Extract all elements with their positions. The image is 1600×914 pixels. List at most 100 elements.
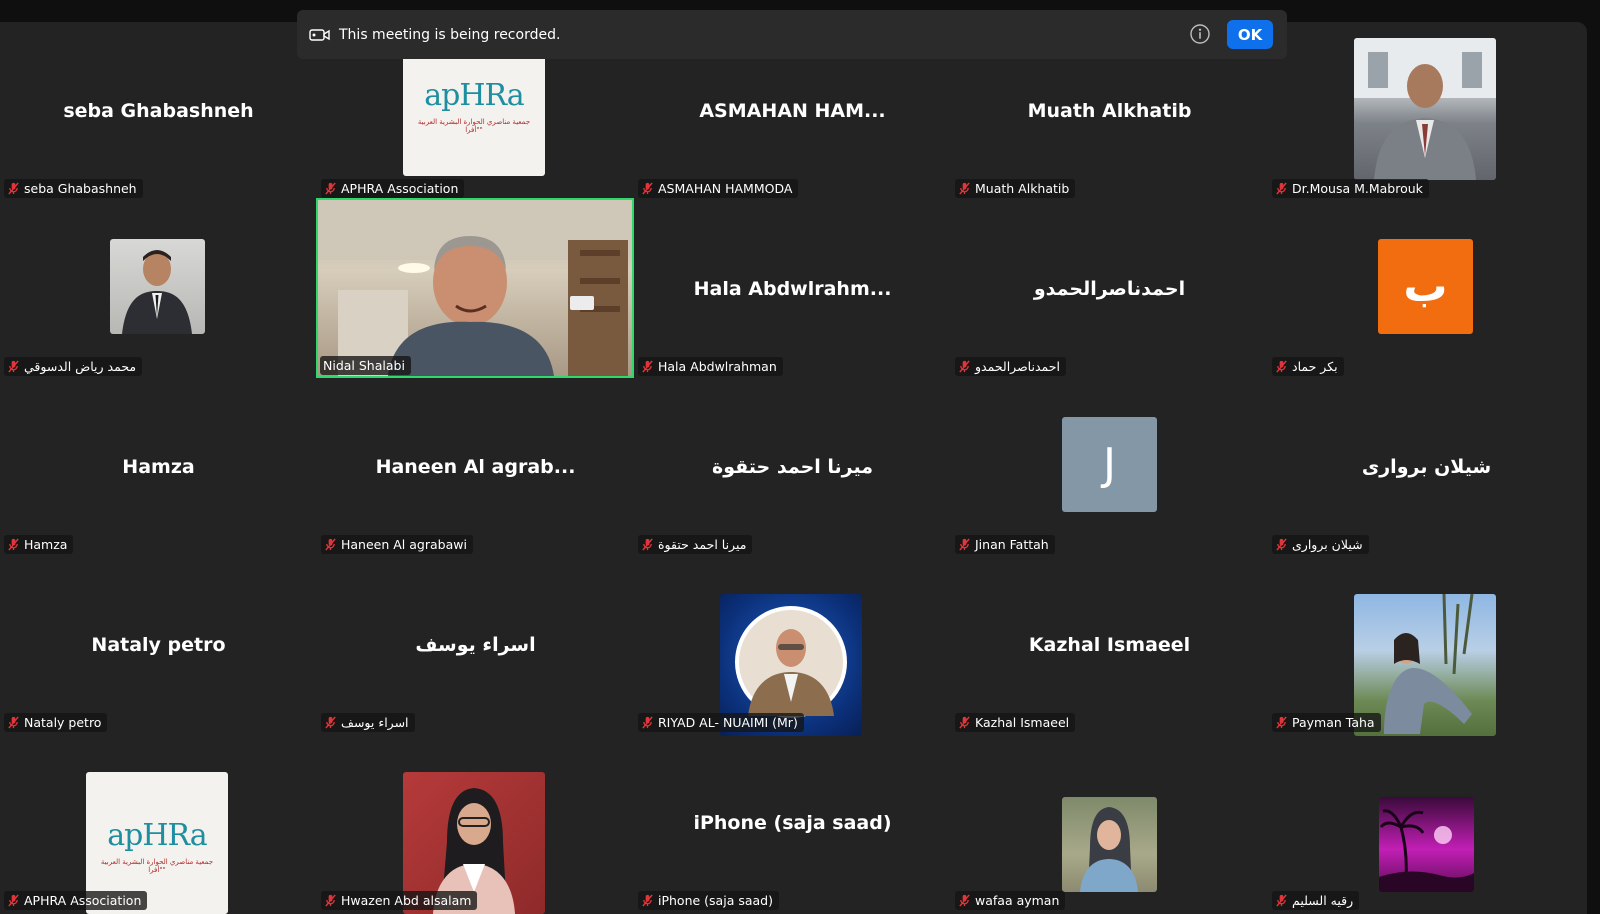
mic-muted-icon bbox=[324, 894, 337, 907]
participant-name: Nataly petro bbox=[24, 715, 102, 730]
participant-label: wafaa ayman bbox=[955, 891, 1066, 910]
participant-label: Nataly petro bbox=[4, 713, 108, 732]
participant-label: Jinan Fattah bbox=[955, 535, 1055, 554]
mic-muted-icon bbox=[958, 894, 971, 907]
ok-button[interactable]: OK bbox=[1227, 20, 1273, 49]
participant-tile[interactable]: iPhone (saja saad) iPhone (saja saad) bbox=[634, 734, 951, 912]
participant-display-name: ميرنا احمد حتقوة bbox=[711, 456, 873, 478]
mic-muted-icon bbox=[641, 894, 654, 907]
participant-name: رقيه السليم bbox=[1292, 893, 1354, 908]
info-icon[interactable] bbox=[1189, 23, 1211, 45]
participant-tile[interactable]: ميرنا احمد حتقوة ميرنا احمد حتقوة bbox=[634, 378, 951, 556]
participant-tile[interactable]: Hamza Hamza bbox=[0, 378, 317, 556]
person-silhouette-icon bbox=[122, 250, 192, 334]
participant-label: Payman Taha bbox=[1272, 713, 1381, 732]
participant-name: Kazhal Ismaeel bbox=[975, 715, 1070, 730]
recording-camera-icon bbox=[309, 28, 330, 41]
participant-name: Nidal Shalabi bbox=[323, 358, 405, 373]
participant-tile[interactable]: wafaa ayman bbox=[951, 734, 1268, 912]
participant-tile[interactable]: Hala Abdwlrahm... Hala Abdwlrahman bbox=[634, 200, 951, 378]
participant-name: wafaa ayman bbox=[975, 893, 1060, 908]
participant-tile[interactable]: شيلان بروارى شيلان بروارى bbox=[1268, 378, 1585, 556]
mic-muted-icon bbox=[7, 716, 20, 729]
participant-name: seba Ghabashneh bbox=[24, 181, 137, 196]
participant-name: ميرنا احمد حتقوة bbox=[658, 537, 747, 552]
aphra-logo-subtext: جمعية مناصري الحوارة البشرية العربية "أف… bbox=[417, 118, 531, 134]
participant-label: Hwazen Abd alsalam bbox=[321, 891, 478, 910]
participant-label: Hala Abdwlrahman bbox=[638, 357, 783, 376]
mic-muted-icon bbox=[1275, 716, 1288, 729]
participant-tile[interactable]: Kazhal Ismaeel Kazhal Ismaeel bbox=[951, 556, 1268, 734]
participant-name: Hamza bbox=[24, 537, 68, 552]
participant-tile[interactable]: RIYAD AL- NUAIMI (Mr) bbox=[634, 556, 951, 736]
recording-banner: This meeting is being recorded. OK bbox=[297, 10, 1287, 59]
recording-message: This meeting is being recorded. bbox=[339, 26, 561, 43]
letter-avatar: ب bbox=[1378, 239, 1473, 334]
mic-muted-icon bbox=[1275, 360, 1288, 373]
mic-muted-icon bbox=[324, 716, 337, 729]
person-silhouette-icon bbox=[1080, 807, 1138, 892]
participant-label: Kazhal Ismaeel bbox=[955, 713, 1076, 732]
participant-tile[interactable]: محمد رياض الدسوقي bbox=[0, 200, 317, 378]
participant-display-name: Kazhal Ismaeel bbox=[1028, 634, 1191, 656]
participant-label: Muath Alkhatib bbox=[955, 179, 1076, 198]
mic-muted-icon bbox=[7, 894, 20, 907]
participant-label: Dr.Mousa M.Mabrouk bbox=[1272, 179, 1429, 198]
participant-name: RIYAD AL- NUAIMI (Mr) bbox=[658, 715, 798, 730]
participant-tile[interactable]: J Jinan Fattah bbox=[951, 378, 1268, 556]
participant-display-name: Muath Alkhatib bbox=[1027, 100, 1192, 122]
participant-grid: seba Ghabashneh seba Ghabashneh apHRa جم… bbox=[0, 22, 1587, 914]
participant-name: Haneen Al agrabawi bbox=[341, 537, 467, 552]
mic-muted-icon bbox=[1275, 182, 1288, 195]
participant-display-name: اسراء يوسف bbox=[415, 634, 536, 656]
mic-muted-icon bbox=[958, 716, 971, 729]
letter-avatar: J bbox=[1062, 417, 1157, 512]
participant-tile[interactable]: ب بكر حماد bbox=[1268, 200, 1585, 378]
participant-name: احمدناصرالحمدو bbox=[975, 359, 1060, 374]
mic-muted-icon bbox=[1275, 894, 1288, 907]
mic-muted-icon bbox=[641, 538, 654, 551]
participant-tile-active-speaker[interactable]: Nidal Shalabi bbox=[316, 198, 634, 378]
participant-tile[interactable]: اسراء يوسف اسراء يوسف bbox=[317, 556, 634, 734]
participant-display-name: seba Ghabashneh bbox=[63, 100, 254, 122]
participant-tile[interactable]: Payman Taha bbox=[1268, 556, 1585, 736]
participant-tile[interactable]: رقيه السليم bbox=[1268, 734, 1585, 912]
participant-name: iPhone (saja saad) bbox=[658, 893, 773, 908]
participant-display-name: ASMAHAN HAM... bbox=[699, 100, 886, 122]
mic-muted-icon bbox=[7, 360, 20, 373]
mic-muted-icon bbox=[1275, 538, 1288, 551]
participant-label: Hamza bbox=[4, 535, 74, 554]
aphra-logo-text: apHRa bbox=[424, 78, 524, 113]
participant-name: Hala Abdwlrahman bbox=[658, 359, 777, 374]
participant-label: Haneen Al agrabawi bbox=[321, 535, 473, 554]
mic-muted-icon bbox=[7, 182, 20, 195]
participant-name: Hwazen Abd alsalam bbox=[341, 893, 472, 908]
participant-tile[interactable]: apHRa جمعية مناصري الحوارة البشرية العرب… bbox=[0, 734, 317, 914]
participant-label: محمد رياض الدسوقي bbox=[4, 357, 143, 376]
participant-name: Payman Taha bbox=[1292, 715, 1375, 730]
video-feed bbox=[318, 200, 632, 376]
participant-tile[interactable]: احمدناصرالحمدو احمدناصرالحمدو bbox=[951, 200, 1268, 378]
participant-name: Dr.Mousa M.Mabrouk bbox=[1292, 181, 1423, 196]
participant-label: شيلان بروارى bbox=[1272, 535, 1369, 554]
mic-muted-icon bbox=[641, 716, 654, 729]
participant-label: Nidal Shalabi bbox=[320, 356, 411, 375]
participant-video bbox=[318, 200, 632, 376]
participant-photo bbox=[110, 239, 205, 334]
participant-tile[interactable]: Nataly petro Nataly petro bbox=[0, 556, 317, 734]
participant-tile[interactable]: Dr.Mousa M.Mabrouk bbox=[1268, 22, 1585, 200]
participant-tile[interactable]: Haneen Al agrab... Haneen Al agrabawi bbox=[317, 378, 634, 556]
mic-muted-icon bbox=[958, 538, 971, 551]
participant-display-name: شيلان بروارى bbox=[1361, 456, 1492, 478]
mic-muted-icon bbox=[324, 182, 337, 195]
participant-photo bbox=[1379, 797, 1474, 892]
participant-label: iPhone (saja saad) bbox=[638, 891, 779, 910]
participant-name: شيلان بروارى bbox=[1292, 537, 1363, 552]
participant-tile[interactable]: Hwazen Abd alsalam bbox=[317, 734, 634, 914]
participant-tile[interactable]: seba Ghabashneh seba Ghabashneh bbox=[0, 22, 317, 200]
participant-label: اسراء يوسف bbox=[321, 713, 415, 732]
participant-label: APHRA Association bbox=[321, 179, 465, 198]
participant-display-name: Hamza bbox=[122, 456, 195, 478]
participant-label: ميرنا احمد حتقوة bbox=[638, 535, 753, 554]
mic-muted-icon bbox=[958, 360, 971, 373]
